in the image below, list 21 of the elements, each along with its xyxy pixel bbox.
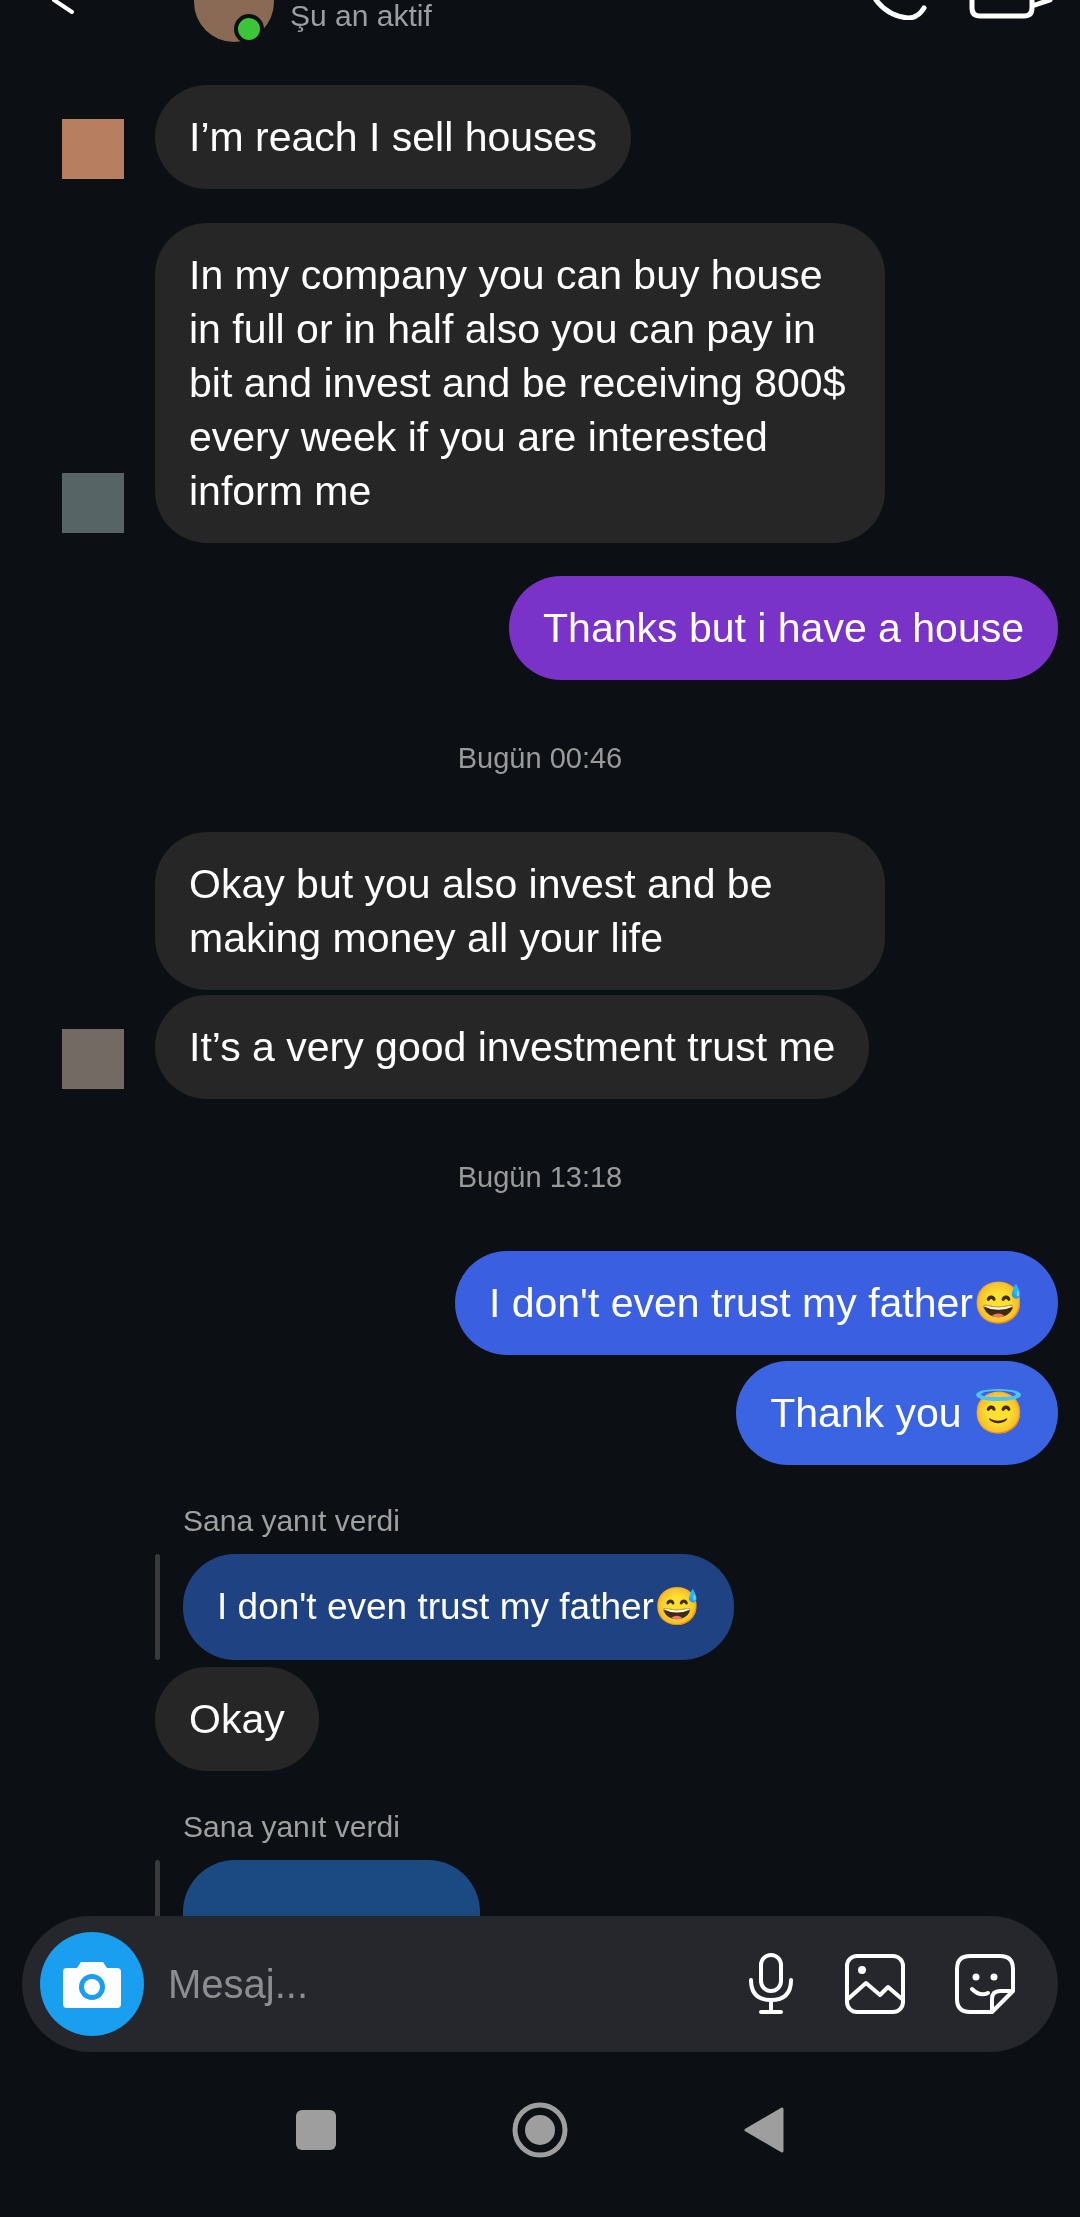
back-button[interactable]: [744, 2106, 784, 2153]
sticker-icon[interactable]: [954, 1953, 1016, 2015]
message-bubble: I’m reach I sell houses: [155, 85, 631, 189]
image-icon[interactable]: [844, 1953, 906, 2015]
message-input[interactable]: Mesaj...: [166, 1960, 698, 2008]
reply-label: Sana yanıt verdi: [182, 1505, 401, 1537]
status-text: Şu an aktif: [290, 0, 432, 32]
reply-label: Sana yanıt verdi: [182, 1811, 401, 1843]
message-bubble: In my company you can buy house in full or in half also you can pay in bit and invest and be receiving 800$ every week if you are interested inform me: [155, 223, 885, 543]
microphone-icon[interactable]: [746, 1952, 796, 2016]
message-bubble: It’s a very good investment trust me: [155, 995, 870, 1099]
home-button[interactable]: [511, 2100, 569, 2159]
timestamp: Bugün 13:18: [456, 1160, 624, 1195]
message-bubble: I don't even trust my father😅: [454, 1251, 1058, 1355]
message-bubble: Okay: [155, 1667, 319, 1771]
timestamp: Bugün 00:46: [456, 741, 624, 776]
message-bubble: Okay but you also invest and be making money all your life: [155, 832, 885, 990]
quoted-message[interactable]: I don't even trust my father😅: [183, 1554, 734, 1660]
message-bubble: Thank you 😇: [736, 1361, 1058, 1465]
recents-button[interactable]: [296, 2109, 336, 2150]
message-bubble: Thanks but i have a house: [509, 576, 1058, 680]
